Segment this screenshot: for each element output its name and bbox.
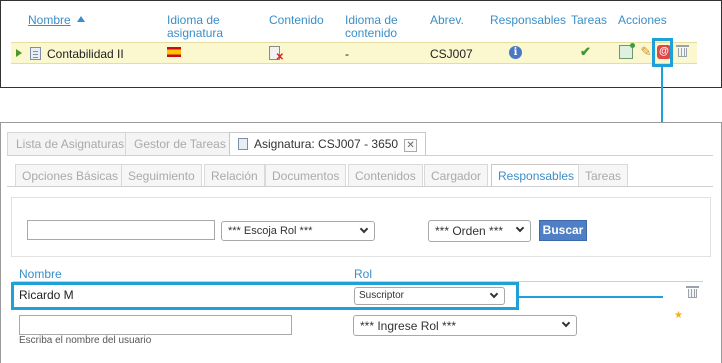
order-select[interactable]: *** Orden ***	[428, 220, 531, 242]
column-role-header: Rol	[354, 267, 373, 281]
table-row: Contabilidad II ✕ - CSJ007 i ✔ ✎ @	[11, 42, 697, 64]
tab-subjects-list[interactable]: Lista de Asignaturas	[7, 132, 134, 155]
user-search-input[interactable]	[27, 220, 215, 240]
sort-ascending-icon	[76, 16, 85, 22]
expand-arrow-icon[interactable]	[16, 49, 22, 57]
header-responsible: Responsables	[490, 13, 567, 27]
subtab-documents[interactable]: Documentos	[265, 164, 347, 186]
info-icon[interactable]: i	[509, 46, 522, 59]
chevron-down-icon	[515, 223, 525, 233]
subtab-tasks[interactable]: Tareas	[578, 164, 629, 186]
new-role-value: *** Ingrese Rol ***	[360, 319, 457, 333]
subtab-basic-options[interactable]: Opciones Básicas	[15, 164, 126, 186]
subject-document-icon	[238, 138, 248, 150]
subtab-contents[interactable]: Contenidos	[348, 164, 423, 186]
header-abbrev: Abrev.	[430, 13, 464, 27]
required-star-icon: ★	[674, 310, 683, 321]
header-content: Contenido	[269, 13, 324, 27]
content-missing-icon[interactable]: ✕	[269, 46, 284, 63]
role-filter-value: *** Escoja Rol ***	[228, 225, 313, 237]
tab-subject-detail-label: Asignatura: CSJ007 - 3650	[254, 137, 399, 151]
tab-task-manager[interactable]: Gestor de Tareas	[125, 132, 235, 155]
subtab-relation[interactable]: Relación	[204, 164, 265, 186]
close-tab-icon[interactable]: ✕	[404, 139, 418, 152]
callout-connector-horizontal	[517, 296, 663, 298]
header-actions: Acciones	[618, 13, 667, 27]
role-filter-select[interactable]: *** Escoja Rol ***	[221, 221, 375, 241]
order-value: *** Orden ***	[435, 224, 504, 238]
trash-icon[interactable]	[676, 45, 691, 59]
content-language-value: -	[345, 47, 349, 61]
header-subject-language-line2: asignatura	[167, 26, 224, 40]
column-name-header: Nombre	[19, 267, 62, 281]
users-icon[interactable]	[619, 43, 635, 59]
tab-divider	[7, 155, 713, 156]
spain-flag-icon	[167, 47, 181, 57]
subtab-loader[interactable]: Cargador	[424, 164, 489, 186]
search-button[interactable]: Buscar	[539, 220, 587, 241]
new-user-name-input[interactable]	[19, 315, 292, 335]
header-name-label: Nombre	[28, 13, 71, 27]
abbrev-value: CSJ007	[430, 47, 473, 61]
subtab-divider	[7, 186, 713, 187]
subject-document-icon	[30, 47, 41, 60]
subjects-table-panel: Nombre Idioma de asignatura Contenido Id…	[0, 0, 722, 88]
check-icon: ✔	[580, 44, 591, 59]
header-subject-language: Idioma de asignatura	[167, 14, 223, 40]
highlight-callout-box	[652, 38, 673, 67]
chevron-down-icon	[359, 224, 369, 234]
chevron-down-icon	[561, 318, 571, 328]
tab-subject-detail[interactable]: Asignatura: CSJ007 - 3650 ✕	[229, 132, 427, 156]
header-name-sort[interactable]: Nombre	[28, 14, 85, 27]
new-user-hint: Escriba el nombre del usuario	[19, 335, 152, 346]
header-content-language-line1: Idioma de	[345, 13, 398, 27]
subtab-responsible[interactable]: Responsables	[491, 164, 582, 186]
subtab-tracking[interactable]: Seguimiento	[121, 164, 202, 186]
header-subject-language-line1: Idioma de	[167, 13, 220, 27]
edit-pencil-icon[interactable]: ✎	[639, 45, 653, 59]
header-tasks: Tareas	[571, 13, 608, 27]
highlight-callout-box	[11, 282, 519, 310]
new-role-select[interactable]: *** Ingrese Rol ***	[353, 315, 577, 336]
header-content-language: Idioma de contenido	[345, 14, 398, 40]
header-content-language-line2: contenido	[345, 26, 398, 40]
subject-name: Contabilidad II	[47, 47, 124, 61]
